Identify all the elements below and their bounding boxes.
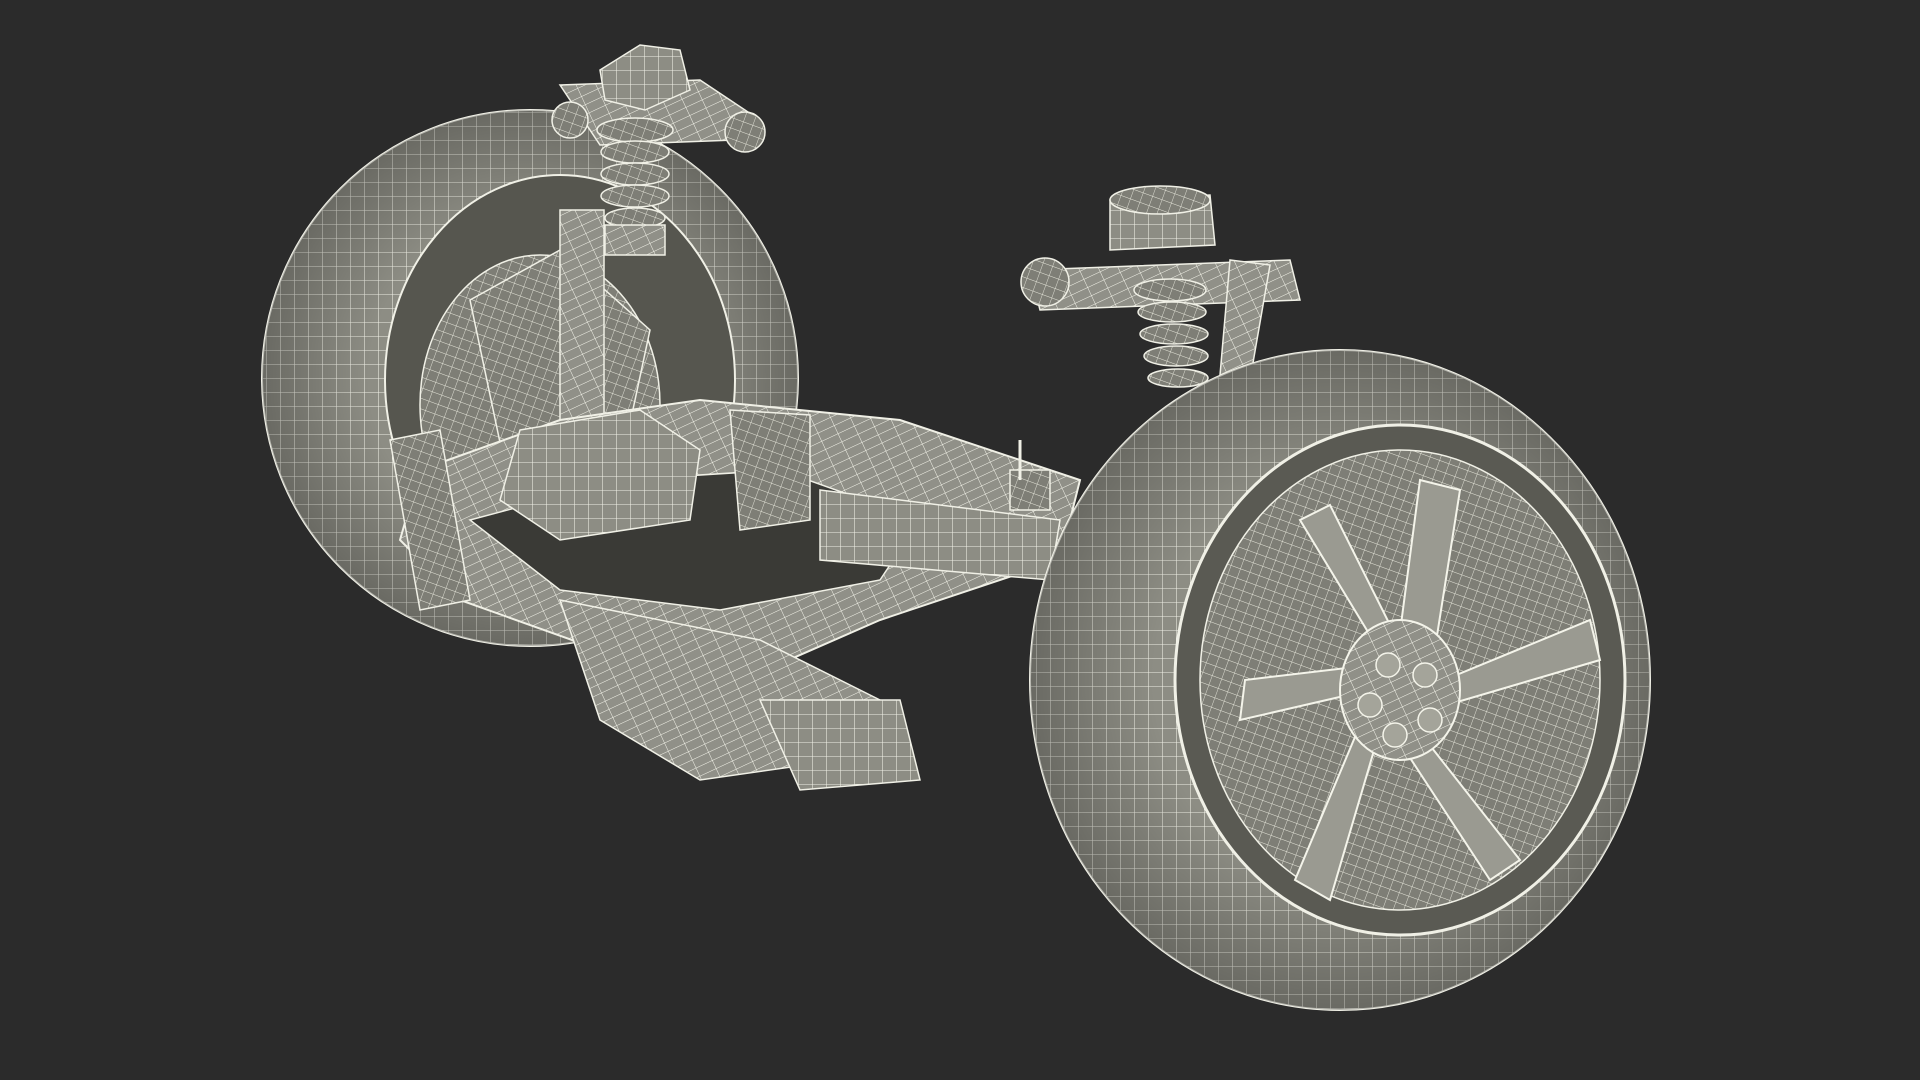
right-coil-spring <box>1133 278 1209 388</box>
right-wheel <box>1029 349 1651 1011</box>
suspension-wireframe-render <box>261 44 1651 1011</box>
wheel-hub <box>1339 619 1461 761</box>
render-viewport <box>0 0 1920 1080</box>
subframe <box>389 398 1082 791</box>
right-strut-assembly <box>1020 185 1301 388</box>
